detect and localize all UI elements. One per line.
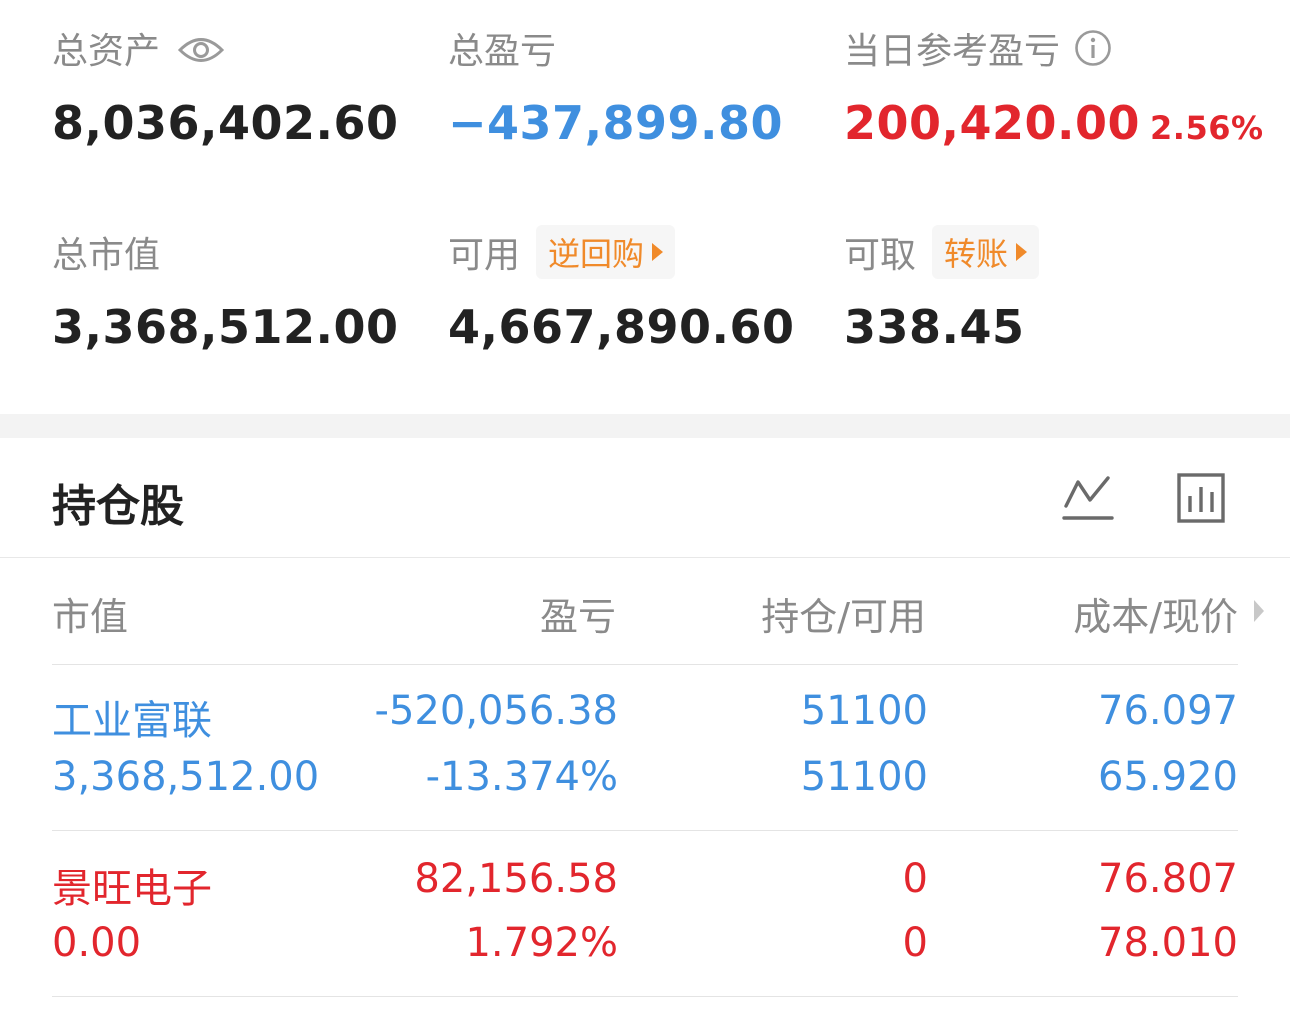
column-header-cost-price[interactable]: 成本/现价: [980, 586, 1238, 641]
holdings-toolbar: [1062, 470, 1228, 526]
stock-name[interactable]: 景旺电子: [52, 856, 212, 914]
stock-position: 51100: [800, 688, 928, 734]
stock-price: 78.010: [1098, 920, 1238, 966]
column-header-market-value[interactable]: 市值: [52, 586, 128, 641]
available-label: 可用: [448, 235, 521, 276]
stock-name[interactable]: 工业富联: [52, 688, 212, 746]
daily-pl-label: 当日参考盈亏: [844, 24, 1112, 72]
market-value-label: 总市值: [52, 235, 161, 276]
daily-pl-percent: 2.56%: [1150, 109, 1264, 147]
caret-right-icon: [1016, 243, 1028, 261]
stock-pl: 82,156.58: [414, 856, 618, 902]
holdings-title: 持仓股: [52, 481, 184, 532]
market-value-value: 3,368,512.00: [52, 300, 399, 354]
table-header-divider: [52, 664, 1238, 665]
total-assets-label: 总资产: [52, 24, 225, 72]
stock-pl: -520,056.38: [374, 688, 618, 734]
bar-chart-icon[interactable]: [1176, 470, 1228, 526]
total-assets-value: 8,036,402.60: [52, 96, 399, 150]
section-divider: [0, 414, 1290, 438]
daily-pl-value-group: 200,420.00 2.56%: [844, 96, 1264, 150]
withdrawable-label: 可取: [844, 235, 917, 276]
stock-pl-percent: -13.374%: [425, 754, 618, 800]
line-chart-icon[interactable]: [1062, 470, 1114, 526]
account-summary: 总资产 8,036,402.60 总盈亏 −437,899.80 当日参考盈亏 …: [0, 0, 1290, 414]
header-separator: [0, 557, 1290, 558]
total-pl-value: −437,899.80: [448, 96, 784, 150]
withdrawable-label-group: 可取 转账: [844, 225, 1040, 279]
column-header-position[interactable]: 持仓/可用: [680, 586, 926, 641]
stock-cost: 76.807: [1098, 856, 1238, 902]
stock-cost: 76.097: [1098, 688, 1238, 734]
eye-icon[interactable]: [177, 33, 225, 63]
stock-position: 0: [902, 856, 928, 902]
stock-market-value: 0.00: [52, 920, 142, 966]
daily-pl-value: 200,420.00: [844, 96, 1141, 150]
more-columns-icon[interactable]: [1254, 600, 1264, 622]
transfer-button[interactable]: 转账: [932, 225, 1040, 279]
available-value: 4,667,890.60: [448, 300, 795, 354]
info-icon[interactable]: [1074, 29, 1112, 67]
stock-market-value: 3,368,512.00: [52, 754, 320, 800]
stock-pl-percent: 1.792%: [465, 920, 618, 966]
stock-available: 51100: [800, 754, 928, 800]
total-pl-label: 总盈亏: [448, 31, 557, 72]
row-divider: [52, 996, 1238, 997]
stock-available: 0: [902, 920, 928, 966]
available-label-group: 可用 逆回购: [448, 225, 676, 279]
withdrawable-value: 338.45: [844, 300, 1025, 354]
stock-price: 65.920: [1098, 754, 1238, 800]
caret-right-icon: [652, 243, 664, 261]
row-divider: [52, 830, 1238, 831]
reverse-repo-button[interactable]: 逆回购: [536, 225, 676, 279]
column-header-pl[interactable]: 盈亏: [380, 586, 616, 641]
